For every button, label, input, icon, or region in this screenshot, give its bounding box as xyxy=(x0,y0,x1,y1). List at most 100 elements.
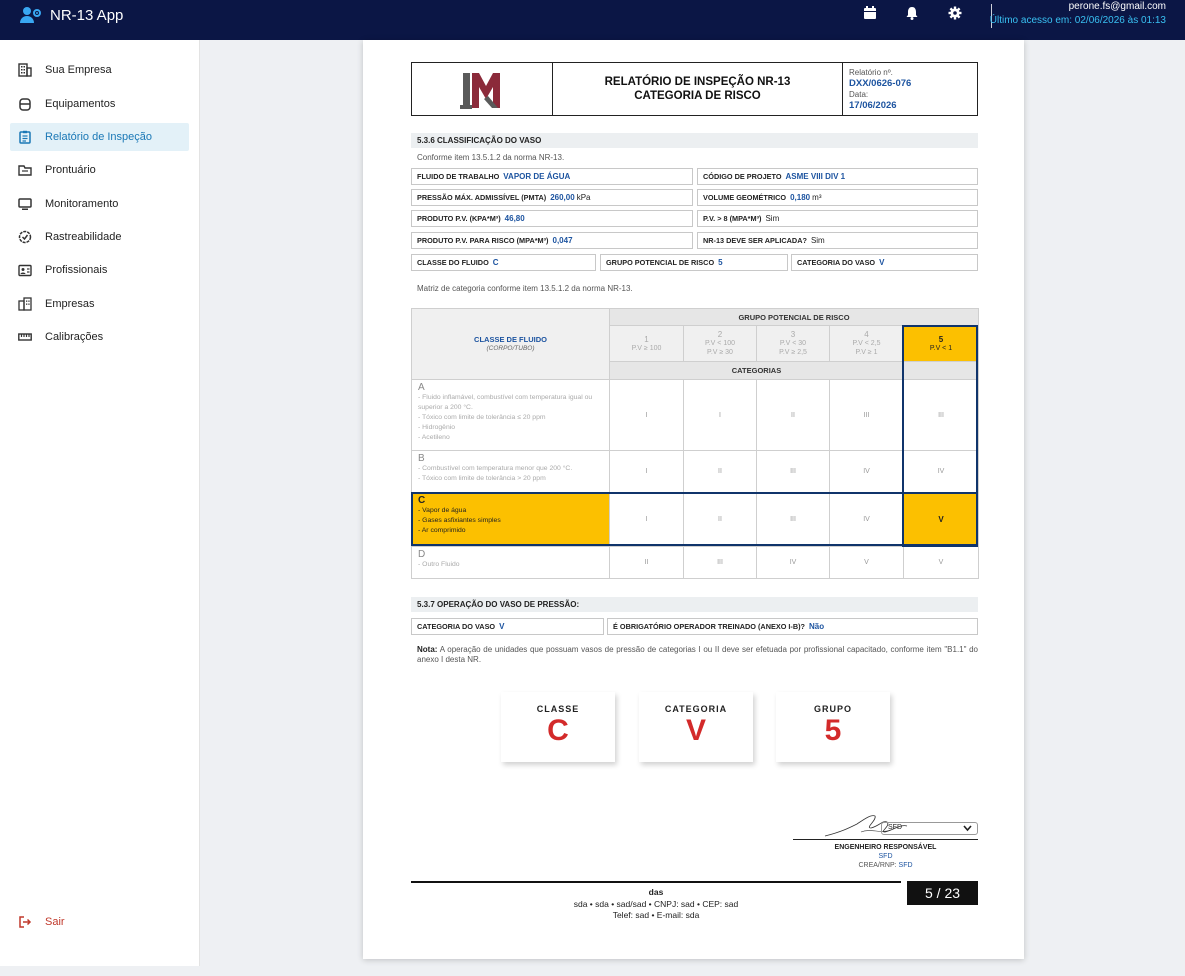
field-label: GRUPO POTENCIAL DE RISCO xyxy=(606,258,715,267)
report-number-label: Relatório nº. xyxy=(849,68,893,77)
category-cell: I xyxy=(609,450,684,493)
category-cell: V xyxy=(903,492,979,547)
categories-header: CATEGORIAS xyxy=(609,361,904,380)
category-cell: III xyxy=(756,450,830,493)
field-label: PRODUTO P.V. PARA RISCO (MPA*M³) xyxy=(417,236,549,245)
report-date-label: Data: xyxy=(849,90,869,99)
footer-divider xyxy=(411,881,901,883)
group-range: P.V ≥ 2,5 xyxy=(779,349,807,356)
class-description: - Ar comprimido xyxy=(418,527,466,534)
class-cell: B- Combustível com temperatura menor que… xyxy=(411,450,610,493)
badge-check-icon xyxy=(18,230,32,244)
field-value: 0,180 xyxy=(790,193,811,202)
group-range: P.V < 2,5 xyxy=(852,340,881,347)
class-description: - Tóxico com limite de tolerância > 20 p… xyxy=(418,475,546,482)
category-cell: II xyxy=(683,450,757,493)
field-label: CÓDIGO DE PROJETO xyxy=(703,172,782,181)
field-pv8: P.V. > 8 (MPA*M³) Sim xyxy=(697,210,978,227)
group-range: P.V < 100 xyxy=(704,340,736,347)
category-cell: III xyxy=(829,379,904,451)
sidebar-item-calibracoes[interactable]: Calibrações xyxy=(10,323,189,351)
sidebar-item-label: Rastreabilidade xyxy=(45,231,122,243)
summary-value: 5 xyxy=(824,714,842,747)
group-range: P.V ≥ 1 xyxy=(855,349,878,356)
field-value: ASME VIII DIV 1 xyxy=(785,172,846,181)
category-cell: II xyxy=(756,379,830,451)
main-content[interactable]: RELATÓRIO DE INSPEÇÃO NR-13 CATEGORIA DE… xyxy=(201,40,1185,966)
bell-icon[interactable] xyxy=(905,6,919,20)
sidebar: Sua Empresa Equipamentos Relatório de In… xyxy=(0,40,200,966)
sidebar-item-prontuario[interactable]: Prontuário xyxy=(10,156,189,184)
field-label: P.V. > 8 (MPA*M³) xyxy=(703,214,762,223)
field-label: FLUIDO DE TRABALHO xyxy=(417,172,500,181)
field-label: CLASSE DO FLUIDO xyxy=(417,258,489,267)
signature-name: SFD xyxy=(878,853,893,860)
field-value: Sim xyxy=(765,214,780,223)
field-categoria: CATEGORIA DO VASO V xyxy=(791,254,978,271)
group-range: P.V < 30 xyxy=(779,340,807,347)
matrix-row-b: B- Combustível com temperatura menor que… xyxy=(411,450,979,493)
field-nr13-aplicada: NR-13 DEVE SER APLICADA? Sim xyxy=(697,232,978,249)
field-operation-categoria: CATEGORIA DO VASO V xyxy=(411,618,604,635)
group-header-1: 1 P.V ≥ 100 xyxy=(609,325,684,362)
class-letter: A xyxy=(418,382,425,393)
page-number: 5 / 23 xyxy=(907,881,978,905)
user-email[interactable]: perone.fs@gmail.com xyxy=(1069,1,1166,12)
class-header: CLASSE DE FLUIDO xyxy=(474,335,547,344)
buildings-icon xyxy=(18,297,32,311)
section-operation-title: 5.3.7 OPERAÇÃO DO VASO DE PRESSÃO: xyxy=(411,597,978,612)
field-value: Sim xyxy=(810,236,825,245)
operation-note: Nota: A operação de unidades que possuam… xyxy=(417,645,978,665)
summary-label: CATEGORIA xyxy=(664,704,728,714)
group-number: 5 xyxy=(938,334,944,344)
field-value: 0,047 xyxy=(552,236,573,245)
sidebar-item-label: Calibrações xyxy=(45,331,104,343)
logout-label: Sair xyxy=(45,916,65,928)
sidebar-item-label: Monitoramento xyxy=(45,198,119,210)
sidebar-item-empresas[interactable]: Empresas xyxy=(10,290,189,318)
field-label: PRESSÃO MÁX. ADMISSÍVEL (PMTA) xyxy=(417,193,547,202)
group-header-5: 5 P.V < 1 xyxy=(903,325,979,362)
gear-icon[interactable] xyxy=(948,6,962,20)
group-range: P.V < 1 xyxy=(929,344,953,352)
users-cog-icon xyxy=(20,7,41,23)
field-value: Não xyxy=(809,622,825,631)
group-header-4: 4 P.V < 2,5 P.V ≥ 1 xyxy=(829,325,904,362)
class-cell: D- Outro Fluido xyxy=(411,546,610,579)
category-cell: V xyxy=(829,546,904,579)
field-label: É OBRIGATÓRIO OPERADOR TREINADO (ANEXO I… xyxy=(613,622,806,631)
ruler-icon xyxy=(18,333,32,341)
category-cell: IV xyxy=(829,450,904,493)
class-description: - Outro Fluido xyxy=(418,561,460,568)
summary-label: GRUPO xyxy=(813,704,852,714)
field-pmta: PRESSÃO MÁX. ADMISSÍVEL (PMTA) 260,00 kPa xyxy=(411,189,693,206)
category-matrix: CLASSE DE FLUIDO (CORPO/TUBO) GRUPO POTE… xyxy=(411,308,979,579)
signature-select[interactable]: SFD xyxy=(881,822,978,835)
tank-icon xyxy=(19,98,31,111)
sidebar-item-equipamentos[interactable]: Equipamentos xyxy=(10,90,189,118)
sidebar-item-rastreabilidade[interactable]: Rastreabilidade xyxy=(10,223,189,251)
app-brand[interactable]: NR-13 App xyxy=(20,6,123,24)
matrix-row-c: C- Vapor de água - Gases asfixiantes simp… xyxy=(411,492,979,547)
matrix-note: Matriz de categoria conforme item 13.5.1… xyxy=(417,284,633,293)
logout-button[interactable]: Sair xyxy=(10,908,189,936)
footer-address: sda • sda • sad/sad • CNPJ: sad • CEP: s… xyxy=(573,899,739,909)
field-value: 46,80 xyxy=(504,214,525,223)
chevron-down-icon xyxy=(963,825,972,832)
sidebar-item-label: Prontuário xyxy=(45,164,96,176)
sidebar-item-relatorio-de-inspecao[interactable]: Relatório de Inspeção xyxy=(10,123,189,151)
group-number: 3 xyxy=(790,330,796,339)
last-access: Último acesso em: 02/06/2026 às 01:13 xyxy=(989,15,1166,26)
sidebar-item-monitoramento[interactable]: Monitoramento xyxy=(10,190,189,218)
category-cell: I xyxy=(683,379,757,451)
field-value: V xyxy=(879,258,885,267)
field-classe: CLASSE DO FLUIDO C xyxy=(411,254,596,271)
summary-card-grupo: GRUPO 5 xyxy=(776,692,890,762)
sidebar-item-profissionais[interactable]: Profissionais xyxy=(10,256,189,284)
calendar-icon[interactable] xyxy=(863,6,877,20)
field-unit: m³ xyxy=(812,193,822,202)
field-label: CATEGORIA DO VASO xyxy=(797,258,876,267)
sidebar-item-sua-empresa[interactable]: Sua Empresa xyxy=(10,56,189,84)
note-label: Nota: xyxy=(417,645,438,654)
field-label: CATEGORIA DO VASO xyxy=(417,622,496,631)
